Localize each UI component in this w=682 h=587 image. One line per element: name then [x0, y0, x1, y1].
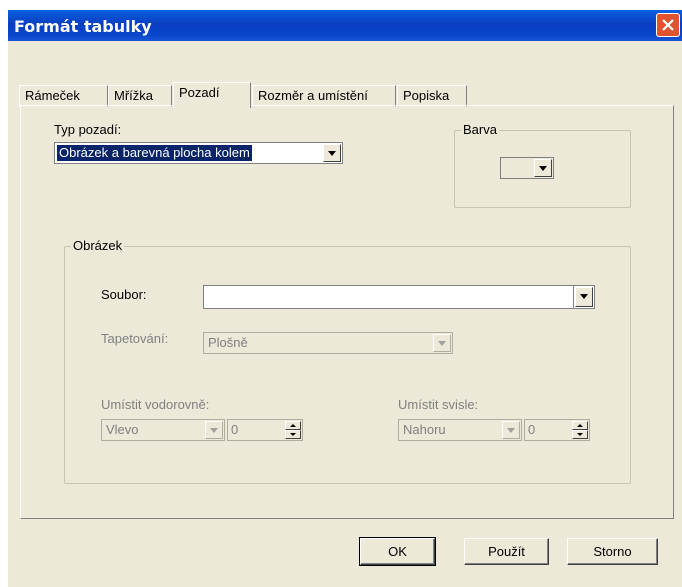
tiling-value: Plošně	[208, 335, 248, 350]
title-bar[interactable]: Formát tabulky	[8, 10, 682, 41]
close-icon	[662, 19, 674, 31]
arrow-up-icon	[290, 424, 296, 427]
horizontal-position-select[interactable]: Vlevo	[101, 419, 225, 441]
dropdown-button[interactable]	[433, 334, 451, 352]
tab-rozmer[interactable]: Rozměr a umístění	[252, 85, 396, 107]
chevron-down-icon	[580, 294, 588, 299]
file-dropdown[interactable]	[573, 285, 595, 309]
image-legend: Obrázek	[71, 238, 125, 253]
horizontal-position-value: Vlevo	[106, 422, 139, 437]
arrow-up-icon	[577, 424, 583, 427]
tab-ramecek[interactable]: Rámeček	[19, 85, 108, 107]
spin-down-button[interactable]	[285, 430, 301, 439]
dropdown-button[interactable]	[205, 421, 223, 439]
tab-popiska[interactable]: Popiska	[397, 85, 467, 107]
color-legend: Barva	[461, 122, 499, 137]
spin-up-button[interactable]	[285, 421, 301, 430]
chevron-down-icon	[210, 428, 218, 433]
cancel-button[interactable]: Storno	[567, 538, 658, 565]
file-label: Soubor:	[101, 287, 147, 302]
tab-mrizka[interactable]: Mřížka	[108, 85, 172, 107]
dialog-window: Formát tabulky Rámeček Mřížka Pozadí Roz…	[8, 10, 682, 587]
tab-strip: Rámeček Mřížka Pozadí Rozměr a umístění …	[19, 75, 679, 108]
vertical-position-value: Nahoru	[403, 422, 446, 437]
ok-button[interactable]: OK	[359, 537, 436, 566]
arrow-down-icon	[290, 433, 296, 436]
vertical-position-label: Umístit svisle:	[398, 397, 479, 412]
chevron-down-icon	[328, 151, 336, 156]
arrow-down-icon	[577, 433, 583, 436]
apply-button[interactable]: Použít	[464, 538, 549, 565]
dropdown-button[interactable]	[534, 159, 552, 177]
vertical-offset-spinner[interactable]: 0	[524, 419, 590, 441]
tab-pozadi[interactable]: Pozadí	[173, 82, 251, 108]
dropdown-button[interactable]	[502, 421, 520, 439]
file-input[interactable]	[203, 285, 575, 309]
close-button[interactable]	[656, 13, 680, 37]
horizontal-offset-spinner[interactable]: 0	[227, 419, 303, 441]
color-groupbox: Barva	[454, 122, 631, 208]
background-type-value: Obrázek a barevná plocha kolem	[57, 145, 252, 161]
horizontal-position-label: Umístit vodorovně:	[101, 397, 210, 412]
chevron-down-icon	[507, 428, 515, 433]
image-groupbox: Obrázek Soubor: Tapetování: Plošně Umíst…	[64, 238, 631, 484]
vertical-position-select[interactable]: Nahoru	[398, 419, 522, 441]
spin-down-button[interactable]	[572, 430, 588, 439]
background-type-select[interactable]: Obrázek a barevná plocha kolem	[54, 142, 343, 164]
spin-up-button[interactable]	[572, 421, 588, 430]
chevron-down-icon	[539, 166, 547, 171]
tiling-label: Tapetování:	[101, 331, 169, 346]
dropdown-button[interactable]	[575, 287, 593, 307]
horizontal-offset-value: 0	[231, 422, 239, 437]
chevron-down-icon	[438, 341, 446, 346]
background-type-label: Typ pozadí:	[54, 122, 122, 137]
dialog-title: Formát tabulky	[14, 17, 152, 36]
dropdown-button[interactable]	[323, 144, 341, 162]
tab-panel-background: Typ pozadí: Obrázek a barevná plocha kol…	[20, 105, 674, 519]
vertical-offset-value: 0	[528, 422, 536, 437]
tiling-select[interactable]: Plošně	[203, 332, 453, 354]
color-picker[interactable]	[500, 157, 554, 179]
